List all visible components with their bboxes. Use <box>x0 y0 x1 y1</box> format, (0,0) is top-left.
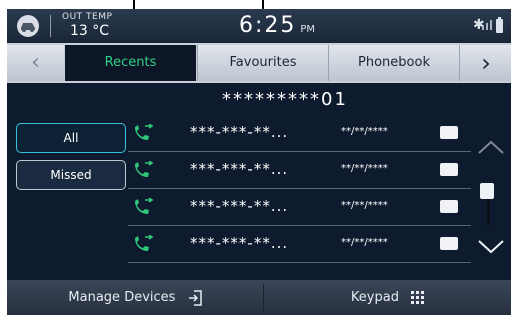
status-divider <box>50 15 51 37</box>
call-number: ***-***-**... <box>190 234 289 252</box>
message-icon[interactable] <box>440 200 458 213</box>
call-row[interactable]: ***-***-**... **/**/**** <box>128 226 471 263</box>
screen: OUT TEMP 13 °C 6:25 PM ✱ ‹ Recents Favour… <box>0 0 518 315</box>
manage-devices-button[interactable]: Manage Devices <box>7 280 263 315</box>
tab-recents[interactable]: Recents <box>65 45 196 81</box>
call-row[interactable]: ***-***-**... **/**/**** <box>128 152 471 189</box>
device-exit-icon <box>188 289 202 306</box>
outgoing-call-icon <box>135 161 154 177</box>
chevron-right-icon: › <box>481 49 491 77</box>
device-number-header: *********01 <box>222 89 348 110</box>
call-row[interactable]: ***-***-**... **/**/**** <box>128 189 471 226</box>
outside-temp-label: OUT TEMP <box>62 12 113 22</box>
filter-all-button[interactable]: All <box>16 123 126 153</box>
status-bar: OUT TEMP 13 °C 6:25 PM ✱ <box>7 9 511 43</box>
call-row[interactable]: ***-***-**... **/**/**** <box>128 115 471 152</box>
scrollbar-thumb[interactable] <box>480 183 494 199</box>
call-date: **/**/**** <box>341 163 388 174</box>
clock: 6:25 PM <box>239 13 315 38</box>
call-date: **/**/**** <box>341 126 388 137</box>
message-icon[interactable] <box>440 163 458 176</box>
keypad-icon <box>411 290 425 304</box>
outgoing-call-icon <box>135 235 154 251</box>
bottom-bar: Manage Devices Keypad <box>7 280 511 315</box>
tab-bar: ‹ Recents Favourites Phonebook › <box>7 43 511 83</box>
chevron-left-icon: ‹ <box>31 50 40 75</box>
manage-devices-label: Manage Devices <box>68 290 176 305</box>
filter-missed-button[interactable]: Missed <box>16 160 126 190</box>
head-unit-display: OUT TEMP 13 °C 6:25 PM ✱ ‹ Recents Favour… <box>7 9 511 315</box>
recents-panel: *********01 All Missed ***-***-**... **/… <box>7 83 511 279</box>
scroll-down-icon[interactable] <box>477 239 505 255</box>
keypad-button[interactable]: Keypad <box>265 280 511 315</box>
tab-favourites[interactable]: Favourites <box>197 45 328 81</box>
bottom-divider <box>263 284 264 311</box>
outgoing-call-icon <box>135 198 154 214</box>
car-icon[interactable] <box>17 15 39 37</box>
clock-ampm: PM <box>300 24 316 35</box>
keypad-label: Keypad <box>350 290 399 305</box>
call-number: ***-***-**... <box>190 160 289 178</box>
tab-phonebook[interactable]: Phonebook <box>328 45 459 81</box>
message-icon[interactable] <box>440 237 458 250</box>
call-number: ***-***-**... <box>190 197 289 215</box>
outgoing-call-icon <box>135 124 154 140</box>
clock-time: 6:25 <box>239 13 297 38</box>
message-icon[interactable] <box>440 126 458 139</box>
call-date: **/**/**** <box>341 200 388 211</box>
scroll-up-icon[interactable] <box>477 139 505 155</box>
outside-temp-value: 13 °C <box>70 23 110 39</box>
tab-next[interactable]: › <box>459 45 511 81</box>
call-date: **/**/**** <box>341 237 388 248</box>
call-number: ***-***-**... <box>190 123 289 141</box>
battery-icon <box>496 17 503 33</box>
tab-back[interactable]: ‹ <box>7 45 64 81</box>
signal-icon <box>482 20 492 30</box>
